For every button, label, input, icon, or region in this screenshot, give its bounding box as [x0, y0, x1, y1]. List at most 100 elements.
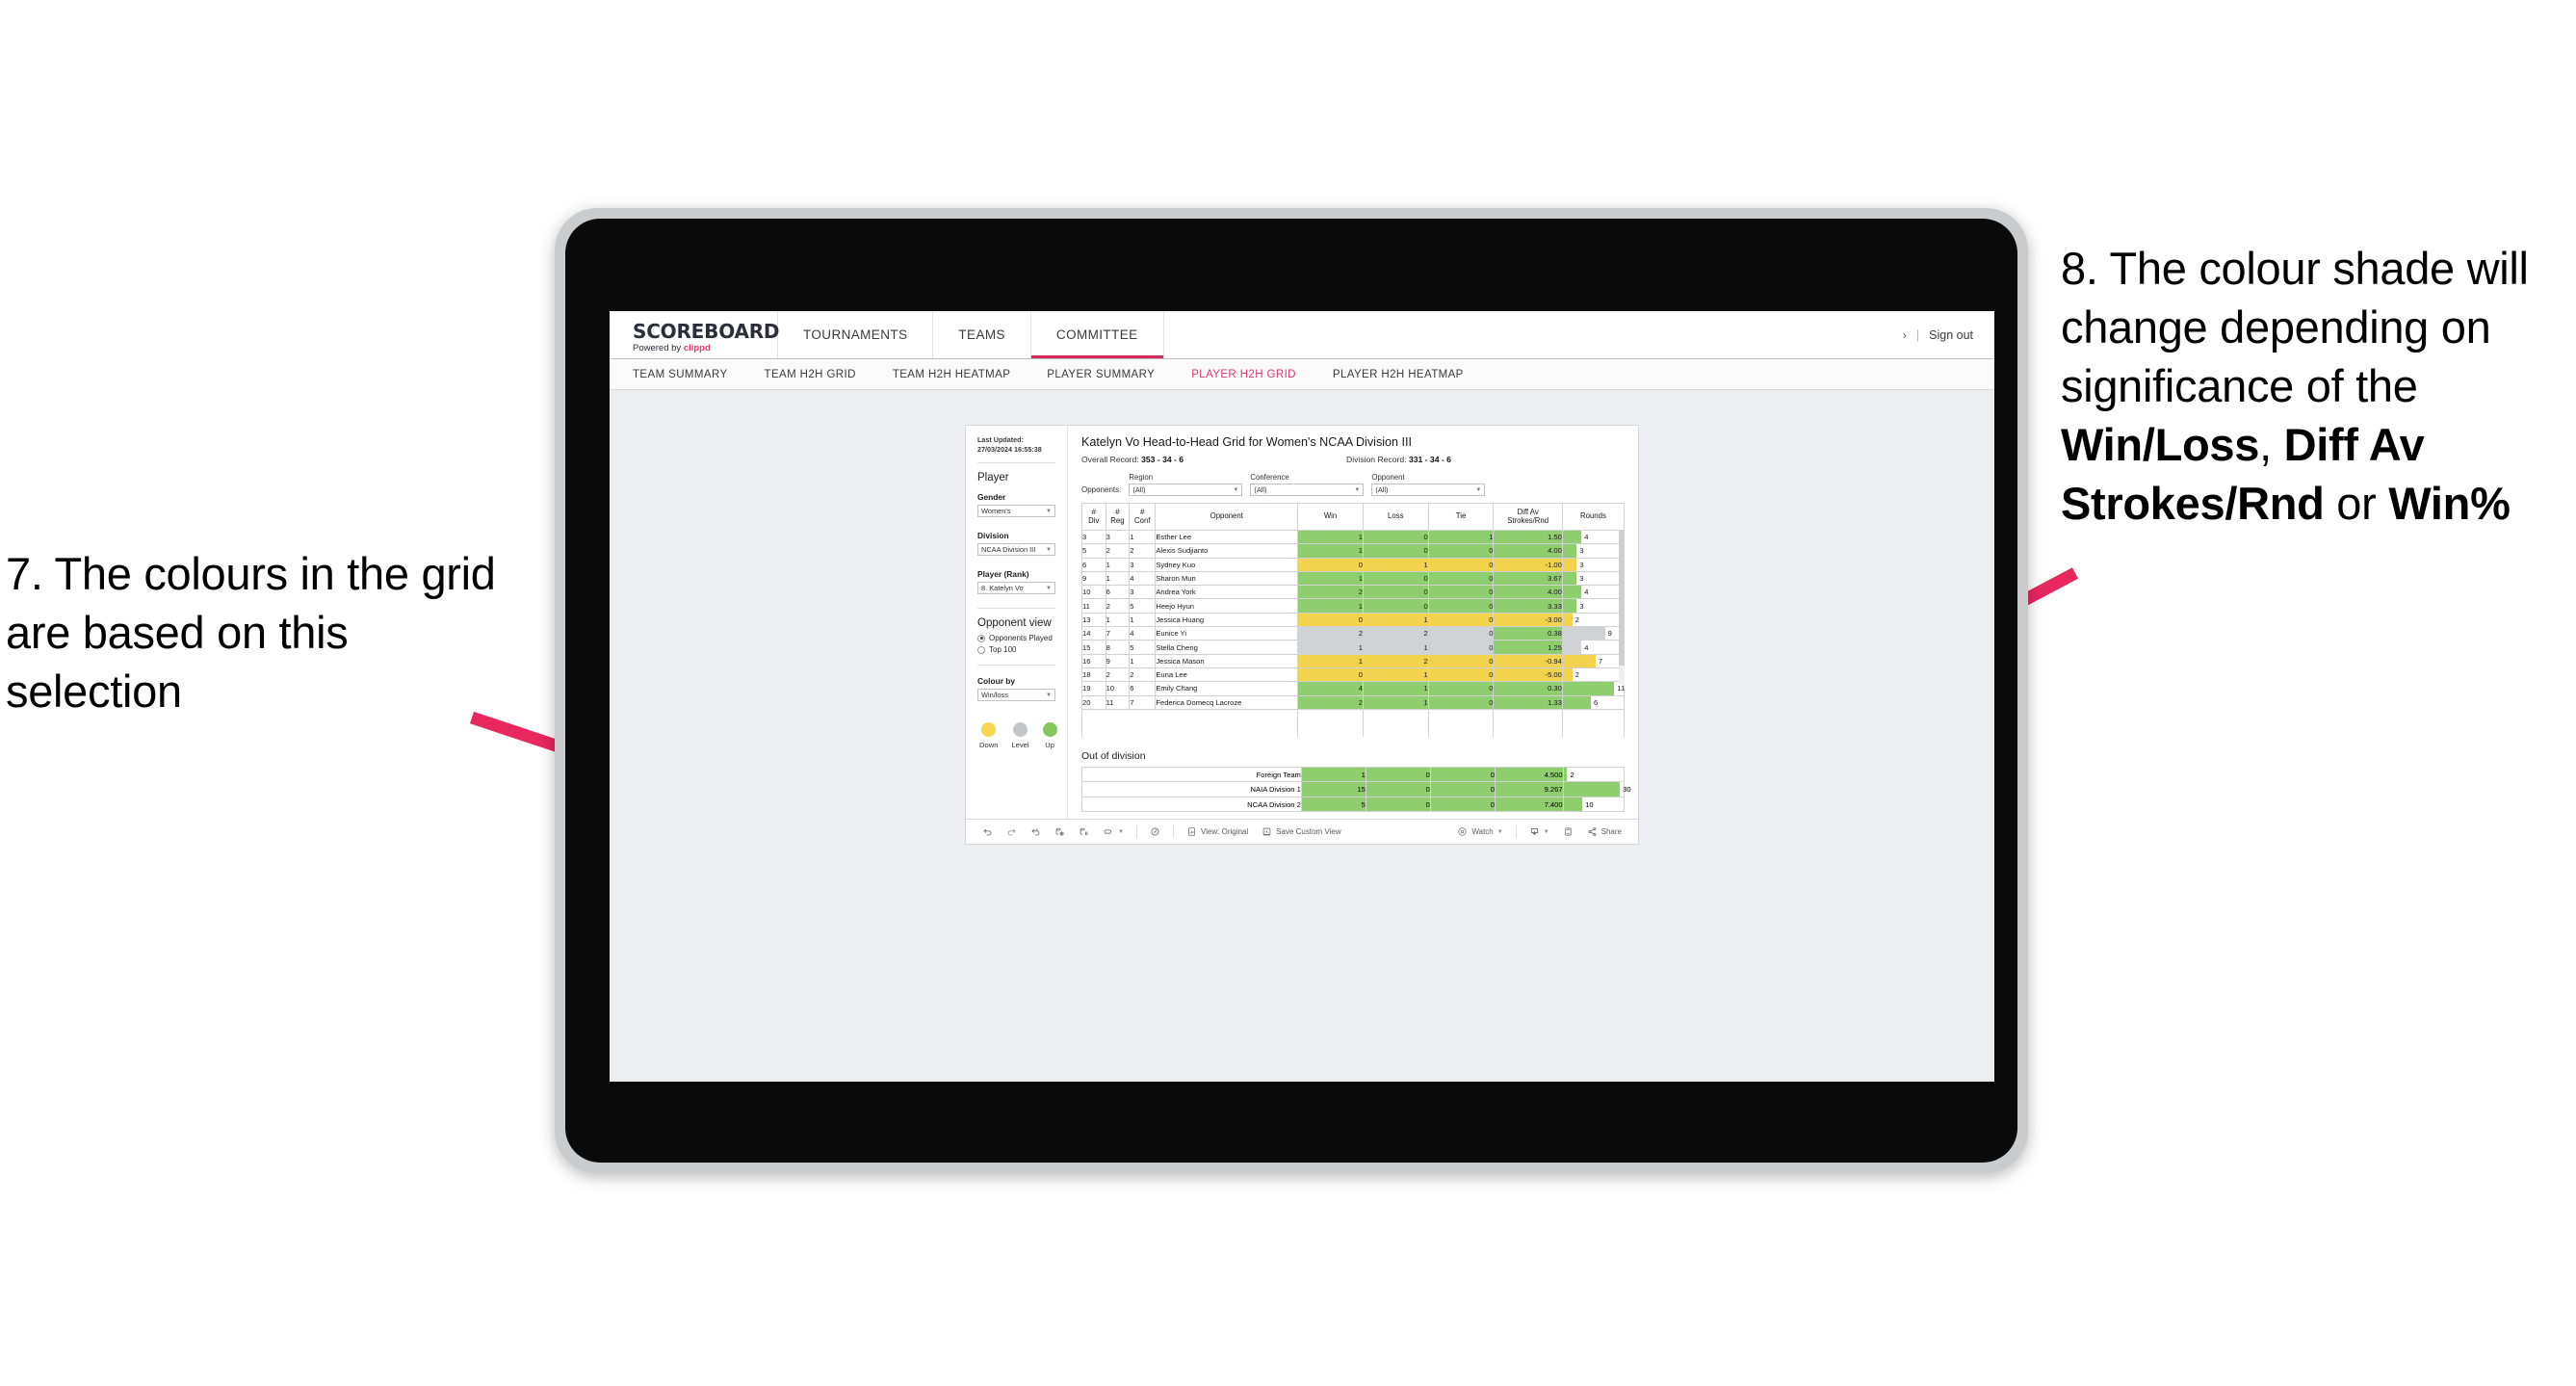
cell-conf[interactable]: 3 — [1129, 557, 1157, 572]
table-row[interactable]: 6 1 3 Sydney Kuo 0 1 0 -1.00 3 — [1081, 557, 1626, 572]
table-row[interactable]: 9 1 4 Sharon Mun 1 0 0 3.67 3 — [1081, 570, 1626, 587]
cell-win[interactable]: 1 — [1297, 653, 1364, 668]
cell-ood-name[interactable]: NCAA Division 2 — [1081, 796, 1302, 813]
cell-opponent[interactable]: Alexis Sudjianto — [1155, 543, 1299, 559]
cell-ood-loss[interactable]: 0 — [1365, 796, 1431, 813]
cell-conf[interactable]: 4 — [1129, 626, 1157, 641]
cell-rounds[interactable]: 2 — [1561, 612, 1626, 628]
col-opponent[interactable]: Opponent — [1155, 503, 1299, 531]
cell-div[interactable]: 15 — [1081, 640, 1106, 655]
fit-dropdown-button[interactable]: ▼ — [1096, 826, 1131, 837]
download-button[interactable]: ▼ — [1522, 826, 1556, 837]
cell-win[interactable]: 2 — [1297, 626, 1364, 641]
subtab-player-summary[interactable]: PLAYER SUMMARY — [1047, 369, 1176, 380]
cell-ood-rounds[interactable]: 30 — [1562, 781, 1631, 798]
table-row[interactable]: 11 2 5 Heejo Hyun 1 0 0 3.33 3 — [1081, 598, 1626, 614]
table-row[interactable]: 20 11 7 Federica Domecq Lacroze 2 1 0 1.33 6 — [1081, 694, 1626, 710]
cell-diff-av-strokes[interactable]: 3.33 — [1493, 598, 1563, 614]
cell-tie[interactable]: 0 — [1427, 626, 1495, 641]
cell-div[interactable]: 14 — [1081, 626, 1106, 641]
cell-div[interactable]: 11 — [1081, 598, 1106, 614]
cell-conf[interactable]: 3 — [1129, 585, 1157, 600]
col-reg[interactable]: # Reg — [1105, 503, 1131, 531]
cell-rounds[interactable]: 4 — [1561, 640, 1626, 655]
cell-tie[interactable]: 0 — [1427, 557, 1495, 572]
cell-win[interactable]: 1 — [1297, 570, 1364, 587]
cell-div[interactable]: 10 — [1081, 585, 1106, 600]
cell-reg[interactable]: 3 — [1105, 529, 1131, 545]
cell-win[interactable]: 0 — [1297, 612, 1364, 628]
cell-opponent[interactable]: Sydney Kuo — [1155, 557, 1299, 572]
cell-div[interactable]: 19 — [1081, 681, 1106, 696]
cell-win[interactable]: 0 — [1297, 667, 1364, 683]
cell-opponent[interactable]: Esther Lee — [1155, 529, 1299, 545]
cell-loss[interactable]: 1 — [1362, 694, 1429, 710]
cell-loss[interactable]: 1 — [1362, 681, 1429, 696]
cell-diff-av-strokes[interactable]: 3.67 — [1493, 570, 1563, 587]
cell-rounds[interactable]: 2 — [1561, 667, 1626, 683]
cell-conf[interactable]: 2 — [1129, 667, 1157, 683]
cell-diff-av-strokes[interactable]: 1.25 — [1493, 640, 1563, 655]
cell-loss[interactable]: 0 — [1362, 543, 1429, 559]
cell-tie[interactable]: 0 — [1427, 681, 1495, 696]
table-row[interactable]: 18 2 2 Euna Lee 0 1 0 -5.00 2 — [1081, 667, 1626, 683]
refresh-data-button[interactable] — [1048, 826, 1072, 837]
cell-diff-av-strokes[interactable]: 4.00 — [1493, 543, 1563, 559]
cell-loss[interactable]: 0 — [1362, 598, 1429, 614]
cell-tie[interactable]: 0 — [1427, 667, 1495, 683]
conference-select[interactable]: (All) ▼ — [1250, 484, 1365, 496]
cell-ood-loss[interactable]: 0 — [1365, 766, 1431, 783]
cell-loss[interactable]: 0 — [1362, 529, 1429, 545]
nav-tab-tournaments[interactable]: TOURNAMENTS — [778, 311, 934, 358]
cell-opponent[interactable]: Andrea York — [1155, 585, 1299, 600]
cell-rounds[interactable]: 3 — [1561, 543, 1626, 559]
cell-div[interactable]: 9 — [1081, 570, 1106, 587]
table-row[interactable]: 14 7 4 Eunice Yi 2 2 0 0.38 9 — [1081, 626, 1626, 641]
table-row[interactable]: 16 9 1 Jessica Mason 1 2 0 -0.94 7 — [1081, 653, 1626, 668]
cell-opponent[interactable]: Emily Chang — [1155, 681, 1299, 696]
subtab-player-h2h-heatmap[interactable]: PLAYER H2H HEATMAP — [1333, 369, 1485, 380]
cell-rounds[interactable]: 3 — [1561, 598, 1626, 614]
cell-conf[interactable]: 5 — [1129, 598, 1157, 614]
cell-diff-av-strokes[interactable]: 1.50 — [1493, 529, 1563, 545]
cell-tie[interactable]: 0 — [1427, 570, 1495, 587]
pause-updates-button[interactable] — [1072, 826, 1096, 837]
redo-button[interactable] — [1000, 826, 1024, 837]
cell-tie[interactable]: 0 — [1427, 585, 1495, 600]
cell-reg[interactable]: 6 — [1105, 585, 1131, 600]
cell-win[interactable]: 1 — [1297, 529, 1364, 545]
cell-div[interactable]: 20 — [1081, 694, 1106, 710]
cell-win[interactable]: 1 — [1297, 543, 1364, 559]
cell-rounds[interactable]: 4 — [1561, 529, 1626, 545]
cell-rounds[interactable]: 4 — [1561, 585, 1626, 600]
save-custom-view-button[interactable]: Save Custom View — [1255, 826, 1347, 837]
cell-conf[interactable]: 6 — [1129, 681, 1157, 696]
cell-div[interactable]: 6 — [1081, 557, 1106, 572]
cell-loss[interactable]: 0 — [1362, 585, 1429, 600]
col-div[interactable]: # Div — [1081, 503, 1106, 531]
table-row[interactable]: 10 6 3 Andrea York 2 0 0 4.00 4 — [1081, 585, 1626, 600]
cell-opponent[interactable]: Sharon Mun — [1155, 570, 1299, 587]
cell-opponent[interactable]: Eunice Yi — [1155, 626, 1299, 641]
cell-diff-av-strokes[interactable]: 1.33 — [1493, 694, 1563, 710]
cell-win[interactable]: 1 — [1297, 640, 1364, 655]
cell-loss[interactable]: 2 — [1362, 653, 1429, 668]
cell-conf[interactable]: 1 — [1129, 653, 1157, 668]
cell-tie[interactable]: 0 — [1427, 694, 1495, 710]
cell-tie[interactable]: 0 — [1427, 612, 1495, 628]
cell-rounds[interactable]: 6 — [1561, 694, 1626, 710]
player-rank-select[interactable]: 8. Katelyn Vo ▼ — [977, 582, 1055, 595]
cell-div[interactable]: 13 — [1081, 612, 1106, 628]
region-select[interactable]: (All) ▼ — [1129, 484, 1243, 496]
watch-button[interactable]: Watch ▼ — [1450, 826, 1509, 837]
cell-ood-rounds[interactable]: 2 — [1562, 766, 1626, 783]
cell-rounds[interactable]: 11 — [1561, 681, 1625, 696]
cell-rounds[interactable]: 3 — [1561, 570, 1626, 587]
table-row[interactable]: 13 1 1 Jessica Huang 0 1 0 -3.00 2 — [1081, 612, 1626, 628]
cell-conf[interactable]: 1 — [1129, 612, 1157, 628]
subtab-player-h2h-grid[interactable]: PLAYER H2H GRID — [1191, 369, 1317, 380]
cell-loss[interactable]: 2 — [1362, 626, 1429, 641]
col-diff-av-strokes[interactable]: Diff Av Strokes/Rnd — [1493, 503, 1563, 531]
view-original-button[interactable]: View: Original — [1180, 826, 1255, 837]
table-row[interactable]: Foreign Team 1 0 0 4.500 2 — [1081, 766, 1626, 783]
